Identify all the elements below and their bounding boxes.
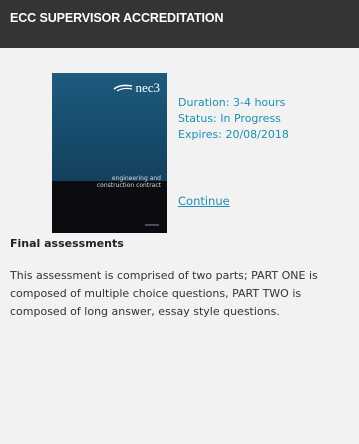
course-meta: Duration: 3-4 hours Status: In Progress … xyxy=(178,95,289,143)
cover-footer-mark xyxy=(145,224,159,226)
accreditation-card: ECC SUPERVISOR ACCREDITATION nec3 engine… xyxy=(0,0,359,444)
nec3-logo-icon xyxy=(113,84,133,92)
cover-logo-text: nec3 xyxy=(135,80,160,95)
expires-text: Expires: 20/08/2018 xyxy=(178,128,289,141)
assessment-description: This assessment is comprised of two part… xyxy=(10,269,318,318)
section-heading: Final assessments xyxy=(10,237,124,250)
continue-link[interactable]: Continue xyxy=(178,193,230,209)
cover-subtitle-line2: construction contract xyxy=(96,182,161,189)
duration-text: Duration: 3-4 hours xyxy=(178,96,286,109)
status-text: Status: In Progress xyxy=(178,112,281,125)
cover-subtitle: engineering and construction contract xyxy=(56,175,161,189)
course-cover-image: nec3 engineering and construction contra… xyxy=(52,73,167,233)
cover-logo: nec3 xyxy=(113,80,160,96)
card-title: ECC SUPERVISOR ACCREDITATION xyxy=(10,11,224,25)
cover-subtitle-line1: engineering and xyxy=(111,175,161,182)
card-header: ECC SUPERVISOR ACCREDITATION xyxy=(0,0,359,48)
